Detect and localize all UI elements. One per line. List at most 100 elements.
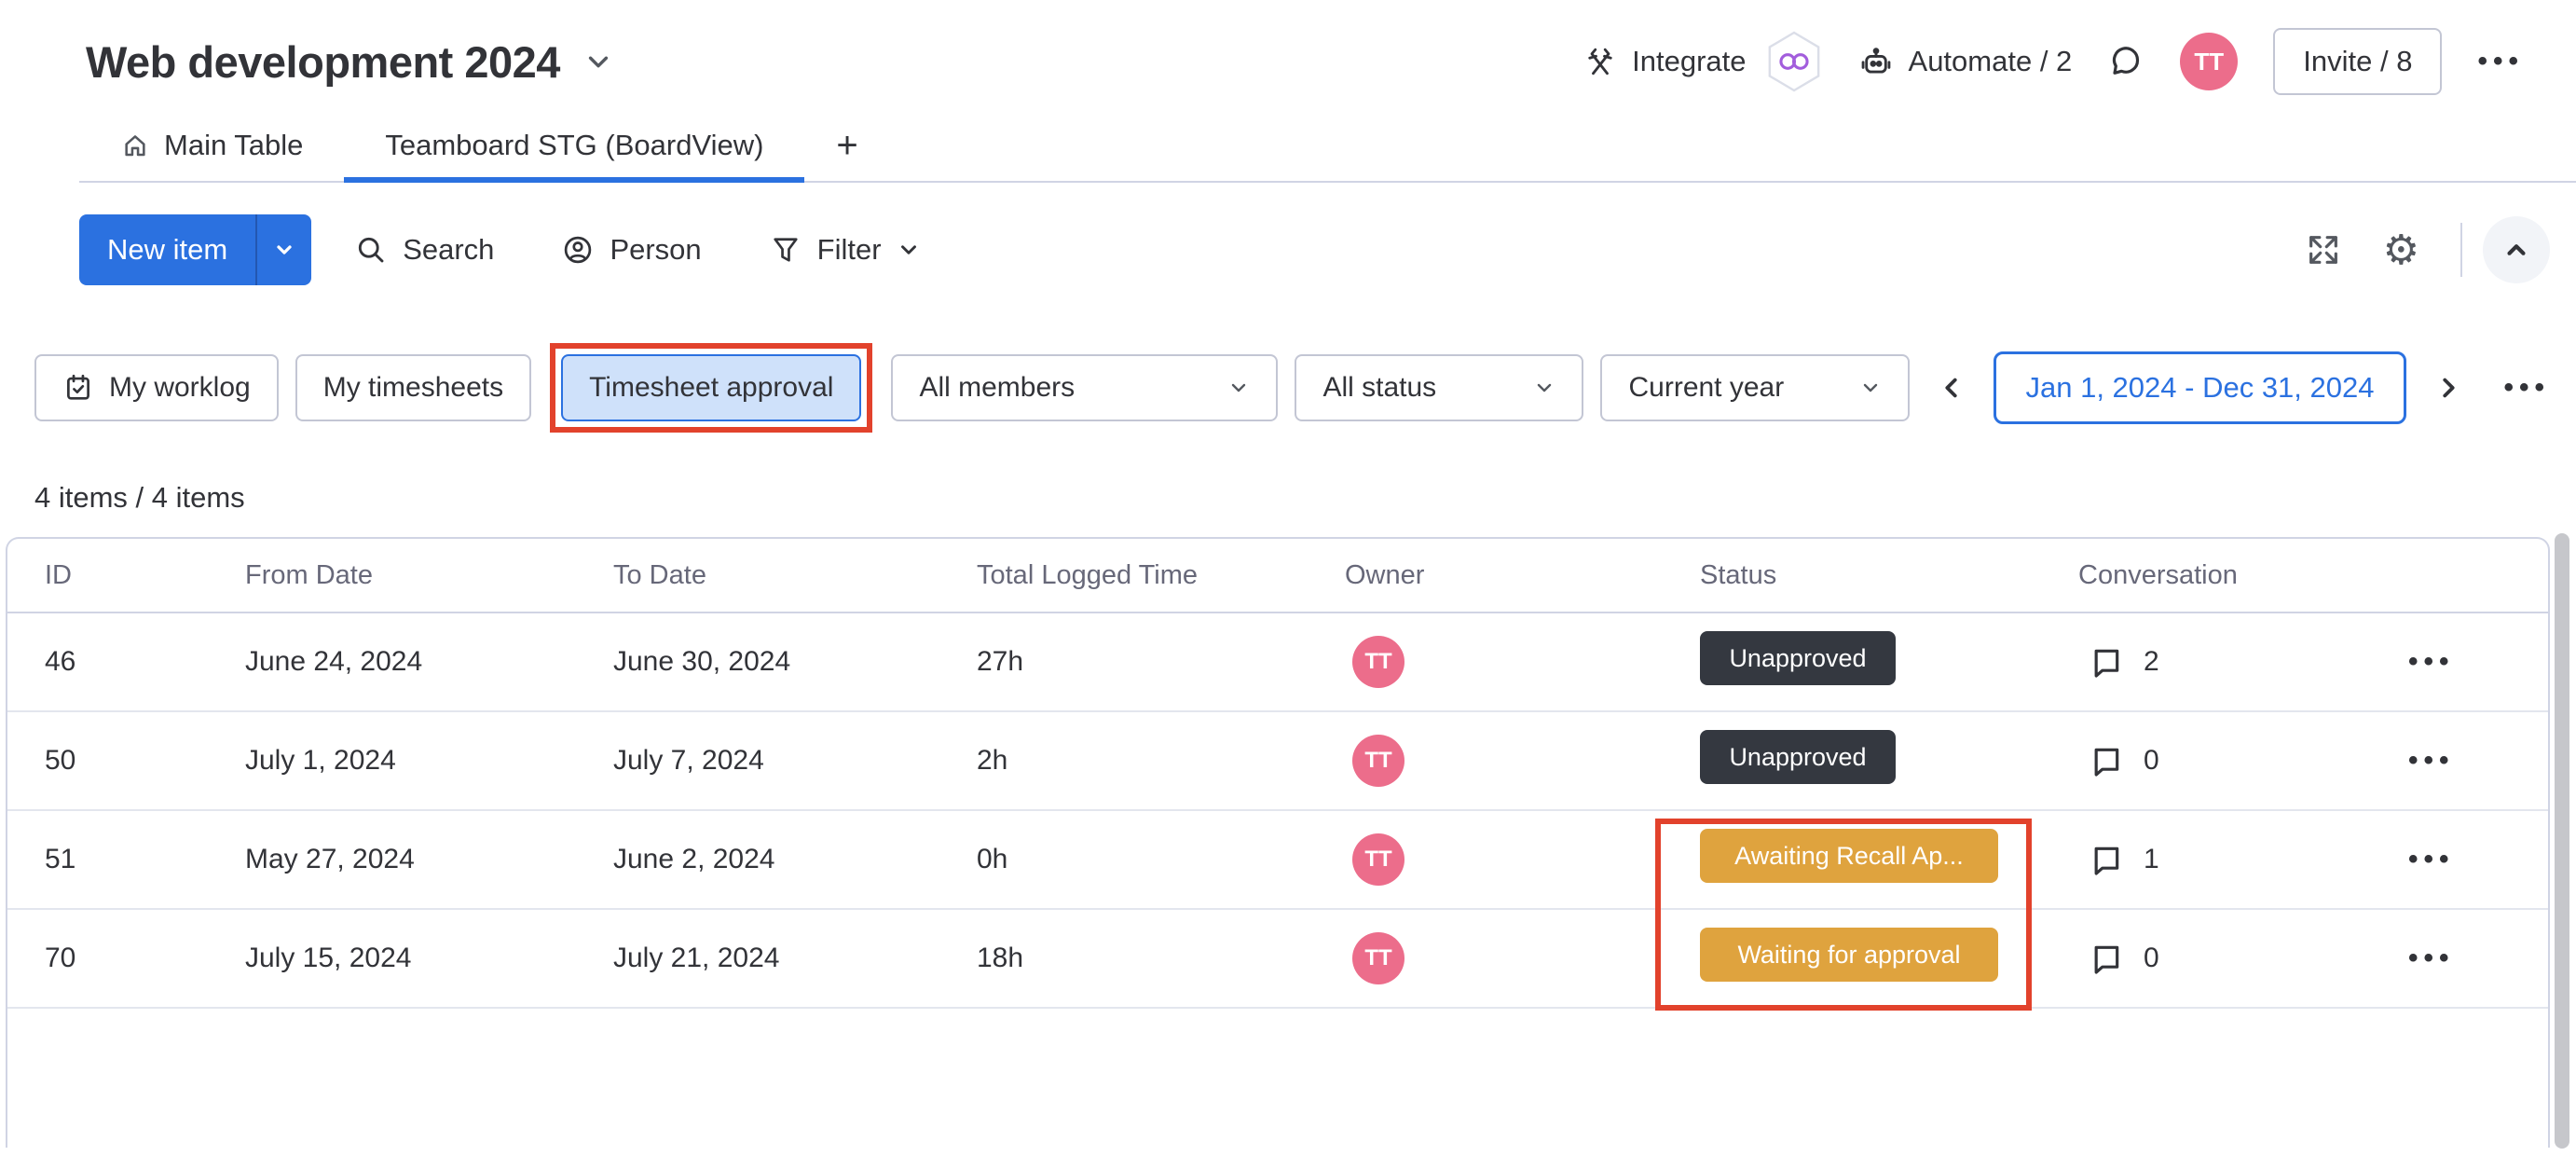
members-dropdown[interactable]: All members (891, 354, 1279, 421)
owner-avatar[interactable]: TT (1352, 636, 1404, 688)
cell-from-date[interactable]: July 1, 2024 (245, 745, 613, 777)
filter-chevron-down-icon[interactable] (897, 238, 921, 262)
column-header-conversation[interactable]: Conversation (2078, 560, 2395, 591)
row-more-menu[interactable]: ••• (2395, 745, 2548, 777)
tab-main-table[interactable]: Main Table (79, 108, 344, 183)
integrate-icon (1583, 45, 1617, 78)
home-icon (120, 131, 150, 160)
column-header-from-date[interactable]: From Date (245, 560, 613, 591)
timesheet-approval-button[interactable]: Timesheet approval (561, 354, 862, 421)
members-dropdown-value: All members (919, 372, 1076, 403)
status-badge[interactable]: Awaiting Recall Ap... (1700, 829, 1998, 883)
view-tabs: Main Table Teamboard STG (BoardView) + (79, 108, 2576, 183)
cell-owner: TT (1345, 932, 1700, 984)
table-row[interactable]: 70 July 15, 2024 July 21, 2024 18h TT Wa… (7, 910, 2548, 1009)
integration-hexagon-badge[interactable] (1765, 30, 1823, 93)
search-label: Search (403, 233, 495, 266)
column-header-status[interactable]: Status (1700, 560, 2078, 591)
table-row[interactable]: 50 July 1, 2024 July 7, 2024 2h TT Unapp… (7, 712, 2548, 811)
previous-period-button[interactable] (1926, 374, 1977, 402)
header-more-menu[interactable]: ••• (2477, 46, 2524, 77)
status-cell: Waiting for approval (1700, 928, 2078, 989)
cell-to-date[interactable]: July 21, 2024 (613, 943, 977, 974)
filter-funnel-icon (769, 233, 802, 267)
status-cell: Unapproved (1700, 730, 2078, 791)
conversation-bubble-icon (2094, 846, 2119, 875)
person-icon (561, 233, 595, 267)
column-header-owner[interactable]: Owner (1345, 560, 1700, 591)
cell-total-logged-time: 2h (977, 745, 1008, 776)
cell-from-date[interactable]: July 15, 2024 (245, 943, 613, 974)
gear-icon[interactable]: ⚙ (2363, 227, 2440, 274)
new-item-chevron-down-icon[interactable] (257, 214, 311, 285)
cell-total-logged-time: 18h (977, 943, 1024, 973)
title-chevron-down-icon[interactable] (584, 48, 612, 76)
person-filter-button[interactable]: Person (537, 233, 725, 267)
table-row[interactable]: 51 May 27, 2024 June 2, 2024 0h TT Await… (7, 811, 2548, 910)
owner-avatar[interactable]: TT (1352, 735, 1404, 787)
add-view-button[interactable]: + (804, 108, 889, 183)
chevron-down-icon (1863, 383, 1877, 392)
column-header-total-logged-time[interactable]: Total Logged Time (977, 560, 1345, 591)
top-header: Web development 2024 Integrate Automate … (0, 0, 2576, 95)
cell-conversation[interactable]: 2 (2078, 643, 2395, 681)
year-dropdown[interactable]: Current year (1600, 354, 1910, 421)
my-timesheets-button[interactable]: My timesheets (295, 354, 532, 421)
vertical-scrollbar[interactable] (2555, 533, 2569, 1149)
filter-label: Filter (816, 233, 882, 266)
cell-id: 51 (45, 844, 76, 874)
new-item-button[interactable]: New item (79, 214, 312, 285)
row-more-menu[interactable]: ••• (2395, 646, 2548, 678)
next-period-button[interactable] (2423, 374, 2473, 402)
board-title-row[interactable]: Web development 2024 (86, 36, 612, 88)
timesheet-table: ID From Date To Date Total Logged Time O… (6, 537, 2550, 1148)
cell-from-date[interactable]: May 27, 2024 (245, 844, 613, 875)
conversation-bubble-icon (2094, 945, 2119, 974)
cell-total-logged-time: 27h (977, 646, 1024, 677)
chat-bubble-icon[interactable] (2107, 43, 2144, 80)
cell-to-date[interactable]: July 7, 2024 (613, 745, 977, 777)
date-range-button[interactable]: Jan 1, 2024 - Dec 31, 2024 (1993, 351, 2407, 424)
tab-teamboard-stg[interactable]: Teamboard STG (BoardView) (344, 108, 804, 183)
conversation-count: 0 (2144, 943, 2159, 973)
search-icon (354, 233, 388, 267)
integrate-button[interactable]: Integrate (1583, 30, 1822, 93)
cell-total-logged-time: 0h (977, 844, 1008, 874)
user-avatar[interactable]: TT (2180, 33, 2239, 90)
cell-conversation[interactable]: 0 (2078, 940, 2395, 977)
cell-from-date[interactable]: June 24, 2024 (245, 646, 613, 678)
row-more-menu[interactable]: ••• (2395, 943, 2548, 974)
status-badge[interactable]: Unapproved (1700, 730, 1896, 784)
filter-row-more-menu[interactable]: ••• (2503, 372, 2550, 404)
search-button[interactable]: Search (330, 233, 518, 267)
robot-icon (1858, 44, 1894, 79)
chevron-down-icon (1538, 383, 1552, 392)
table-row[interactable]: 46 June 24, 2024 June 30, 2024 27h TT Un… (7, 613, 2548, 712)
new-item-label[interactable]: New item (79, 214, 255, 285)
cell-conversation[interactable]: 1 (2078, 841, 2395, 878)
column-header-id[interactable]: ID (7, 560, 245, 591)
row-more-menu[interactable]: ••• (2395, 844, 2548, 875)
invite-button[interactable]: Invite / 8 (2273, 28, 2443, 95)
header-actions: Integrate Automate / 2 TT Invite / 8 ••• (1583, 28, 2524, 95)
cell-to-date[interactable]: June 30, 2024 (613, 646, 977, 678)
cell-conversation[interactable]: 0 (2078, 742, 2395, 779)
fullscreen-icon[interactable] (2284, 231, 2363, 268)
cell-owner: TT (1345, 636, 1700, 688)
board-page: { "header": { "board_title": "Web develo… (0, 0, 2576, 1156)
status-badge[interactable]: Waiting for approval (1700, 928, 1998, 982)
automate-button[interactable]: Automate / 2 (1858, 44, 2072, 79)
my-worklog-button[interactable]: My worklog (34, 354, 279, 421)
column-header-to-date[interactable]: To Date (613, 560, 977, 591)
cell-to-date[interactable]: June 2, 2024 (613, 844, 977, 875)
status-badge[interactable]: Unapproved (1700, 631, 1896, 685)
collapse-header-button[interactable] (2483, 216, 2550, 283)
my-timesheets-label: My timesheets (322, 372, 504, 403)
filter-button[interactable]: Filter (745, 233, 945, 267)
chevron-up-icon (2507, 244, 2526, 255)
chevron-right-icon (2443, 378, 2456, 398)
cell-id: 50 (45, 745, 76, 776)
owner-avatar[interactable]: TT (1352, 833, 1404, 886)
status-dropdown[interactable]: All status (1295, 354, 1584, 421)
owner-avatar[interactable]: TT (1352, 932, 1404, 984)
